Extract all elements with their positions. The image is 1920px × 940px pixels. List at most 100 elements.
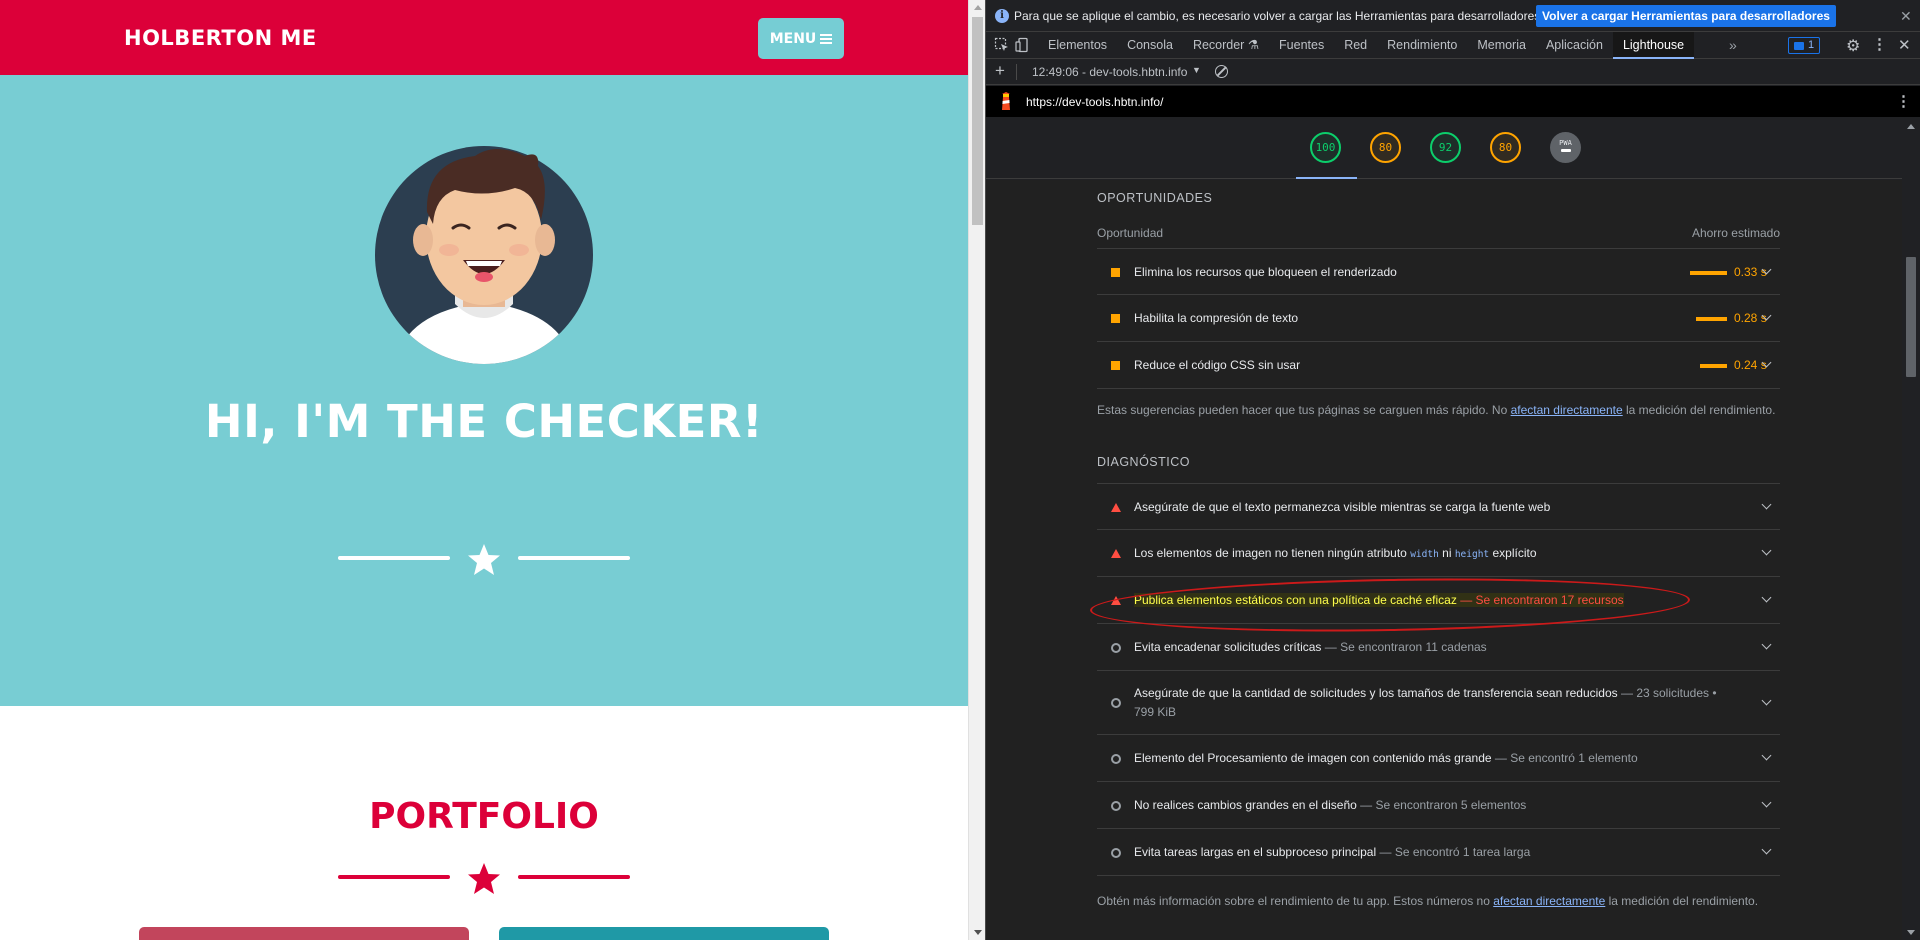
portfolio-card[interactable] <box>499 927 829 940</box>
diagnostic-row[interactable]: Los elementos de imagen no tienen ningún… <box>1097 530 1780 577</box>
opportunity-row[interactable]: Reduce el código CSS sin usar 0.24 s <box>1097 342 1780 389</box>
more-options-icon[interactable]: ⋮ <box>1872 35 1887 53</box>
code-height: height <box>1454 549 1490 560</box>
scroll-down-arrow-icon[interactable] <box>1907 930 1915 935</box>
info-circle-icon <box>1111 801 1121 811</box>
star-icon <box>468 863 500 894</box>
chevron-down-icon[interactable] <box>1761 639 1772 650</box>
opportunities-title: OPORTUNIDADES <box>1097 191 1213 205</box>
new-report-icon[interactable]: + <box>995 61 1005 81</box>
title-detail: — 23 solicitudes • <box>1620 686 1717 700</box>
tab-recorder[interactable]: Recorder ⚗ <box>1183 32 1269 59</box>
gear-icon[interactable]: ⚙ <box>1846 36 1860 56</box>
tab-rendimiento[interactable]: Rendimiento <box>1377 32 1467 59</box>
reload-devtools-button[interactable]: Volver a cargar Herramientas para desarr… <box>1536 5 1836 27</box>
info-circle-icon <box>1111 754 1121 764</box>
more-tabs-icon[interactable]: » <box>1729 37 1737 53</box>
menu-button[interactable]: MENU <box>758 18 844 59</box>
opportunities-note: Estas sugerencias pueden hacer que tus p… <box>1097 403 1775 417</box>
inspect-element-icon[interactable] <box>994 37 1010 53</box>
chevron-down-icon[interactable] <box>1761 750 1772 761</box>
report-select[interactable]: 12:49:06 - dev-tools.hbtn.info <box>1032 65 1187 79</box>
opportunity-row[interactable]: Habilita la compresión de texto 0.28 s <box>1097 295 1780 342</box>
tab-red[interactable]: Red <box>1334 32 1377 59</box>
average-square-icon <box>1111 361 1120 370</box>
active-gauge-indicator <box>1296 177 1357 179</box>
note-text: Estas sugerencias pueden hacer que tus p… <box>1097 403 1511 417</box>
score-gauge[interactable]: 80 <box>1370 132 1401 163</box>
title-part: explícito <box>1489 546 1537 560</box>
title-part: ni <box>1438 546 1455 560</box>
dropdown-caret-icon[interactable]: ▼ <box>1192 65 1201 75</box>
lighthouse-toolbar: + 12:49:06 - dev-tools.hbtn.info ▼ <box>986 59 1920 85</box>
info-message: Para que se aplique el cambio, es necesa… <box>1014 9 1544 23</box>
scroll-up-arrow-icon[interactable] <box>1907 124 1915 129</box>
pwa-label: PWA <box>1559 139 1572 147</box>
opportunity-row[interactable]: Elimina los recursos que bloqueen el ren… <box>1097 248 1780 295</box>
opportunity-title: Habilita la compresión de texto <box>1134 311 1299 325</box>
close-icon[interactable]: ✕ <box>1900 8 1912 25</box>
diagnostic-row[interactable]: Evita encadenar solicitudes críticas — S… <box>1097 624 1780 671</box>
diagnostic-row[interactable]: Elemento del Procesamiento de imagen con… <box>1097 735 1780 782</box>
chevron-down-icon[interactable] <box>1761 797 1772 808</box>
pwa-badge[interactable]: PWA <box>1550 132 1581 163</box>
reload-info-bar: i Para que se aplique el cambio, es nece… <box>986 0 1920 32</box>
tab-fuentes[interactable]: Fuentes <box>1269 32 1334 59</box>
message-icon <box>1794 41 1804 50</box>
diagnostic-row[interactable]: Asegúrate de que el texto permanezca vis… <box>1097 483 1780 530</box>
info-circle-icon <box>1111 643 1121 653</box>
chevron-down-icon[interactable] <box>1761 844 1772 855</box>
device-toolbar-icon[interactable] <box>1015 37 1031 53</box>
chevron-down-icon[interactable] <box>1761 545 1772 556</box>
opportunities-header: Oportunidad Ahorro estimado <box>1097 226 1780 248</box>
note-text: Obtén más información sobre el rendimien… <box>1097 894 1494 908</box>
opportunity-title: Elimina los recursos que bloqueen el ren… <box>1134 265 1397 279</box>
average-square-icon <box>1111 268 1120 277</box>
score-gauge[interactable]: 92 <box>1430 132 1461 163</box>
scrollbar-thumb[interactable] <box>1906 257 1916 377</box>
site-scrollbar[interactable] <box>968 0 985 940</box>
diagnostic-title: Elemento del Procesamiento de imagen con… <box>1134 751 1638 765</box>
audited-url[interactable]: https://dev-tools.hbtn.info/ <box>1026 95 1163 109</box>
tab-consola[interactable]: Consola <box>1117 32 1183 59</box>
report-scrollbar[interactable] <box>1902 117 1920 940</box>
savings-bar <box>1696 317 1727 321</box>
tab-aplicacion[interactable]: Aplicación <box>1536 32 1613 59</box>
score-gauge[interactable]: 100 <box>1310 132 1341 163</box>
tab-elementos[interactable]: Elementos <box>1038 32 1117 59</box>
title-main: Asegúrate de que la cantidad de solicitu… <box>1134 686 1618 700</box>
opportunity-column-header: Oportunidad <box>1097 226 1164 240</box>
title-detail: — Se encontraron 5 elementos <box>1360 798 1527 812</box>
clear-reports-icon[interactable] <box>1215 65 1228 78</box>
portfolio-card[interactable] <box>139 927 469 940</box>
diagnostic-row[interactable]: No realices cambios grandes en el diseño… <box>1097 782 1780 829</box>
website-viewport: HOLBERTON ME MENU HI, I'M THE CHECKER! P… <box>0 0 968 940</box>
title-main: Elemento del Procesamiento de imagen con… <box>1134 751 1492 765</box>
report-menu-icon[interactable]: ⋮ <box>1896 92 1911 110</box>
info-icon: i <box>995 9 1009 23</box>
toolbar-divider <box>1016 64 1017 80</box>
lighthouse-url-bar: https://dev-tools.hbtn.info/ ⋮ <box>986 86 1920 117</box>
savings-bar <box>1690 271 1727 275</box>
chevron-down-icon[interactable] <box>1761 499 1772 510</box>
tab-lighthouse[interactable]: Lighthouse <box>1612 32 1695 59</box>
note-text: la medición del rendimiento. <box>1605 894 1759 908</box>
chevron-down-icon[interactable] <box>1761 592 1772 603</box>
average-square-icon <box>1111 314 1120 323</box>
chevron-down-icon[interactable] <box>1761 695 1772 706</box>
scroll-down-arrow-icon[interactable] <box>974 930 982 935</box>
issues-counter[interactable]: 1 <box>1788 37 1821 54</box>
score-gauge[interactable]: 80 <box>1490 132 1521 163</box>
tab-memoria[interactable]: Memoria <box>1467 32 1536 59</box>
diagnostic-row[interactable]: Evita tareas largas en el subproceso pri… <box>1097 829 1780 876</box>
issues-count: 1 <box>1808 39 1815 51</box>
savings-value: 0.28 s <box>1734 311 1767 325</box>
scroll-up-arrow-icon[interactable] <box>974 5 982 10</box>
site-brand[interactable]: HOLBERTON ME <box>124 26 317 50</box>
diagnostic-row[interactable]: Asegúrate de que la cantidad de solicitu… <box>1097 671 1780 735</box>
close-devtools-icon[interactable]: ✕ <box>1898 36 1911 54</box>
note-link[interactable]: afectan directamente <box>1493 894 1605 908</box>
info-circle-icon <box>1111 848 1121 858</box>
note-link[interactable]: afectan directamente <box>1511 403 1623 417</box>
scrollbar-thumb[interactable] <box>972 17 983 225</box>
